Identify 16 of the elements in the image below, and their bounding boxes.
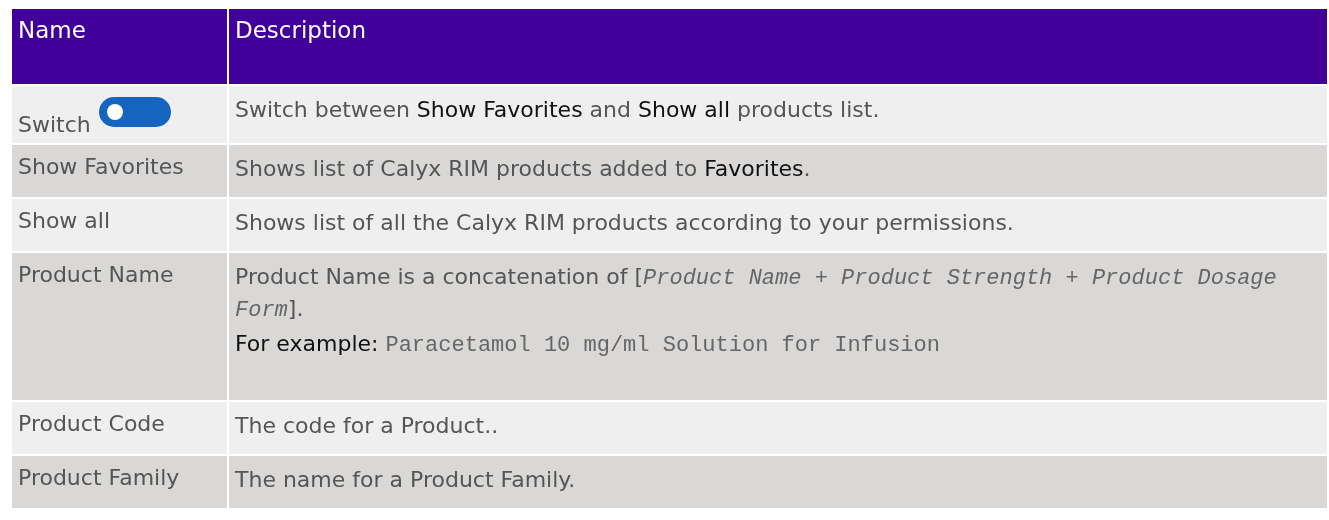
description-text: Switch between Show Favorites and Show all products list. — [235, 96, 881, 124]
description-text: Shows list of Calyx RIM products added to Favorites. — [235, 155, 812, 183]
row-name: Product Code — [12, 401, 228, 455]
description-text: The name for a Product Family. — [235, 465, 577, 494]
toggle-switch[interactable] — [98, 97, 171, 127]
row-name: Product Name — [12, 251, 228, 401]
column-header: Description — [228, 9, 1328, 85]
description-text: The code for a Product.. — [235, 412, 500, 440]
description-text: For example: Paracetamol 10 mg/ml Solution for Infusion — [235, 330, 941, 361]
row-name: Show Favorites — [12, 144, 228, 198]
description-text: Shows list of all the Calyx RIM products according to your permissions. — [235, 208, 1015, 237]
row-name: Switch — [18, 112, 91, 137]
column-header: Name — [12, 9, 228, 85]
row-name: Show all — [12, 197, 228, 252]
description-text: Product Name is a concatenation of [Product Name + Product Strength + Product Dosage Form]. — [235, 262, 1278, 326]
row-name: Product Family — [12, 454, 228, 508]
